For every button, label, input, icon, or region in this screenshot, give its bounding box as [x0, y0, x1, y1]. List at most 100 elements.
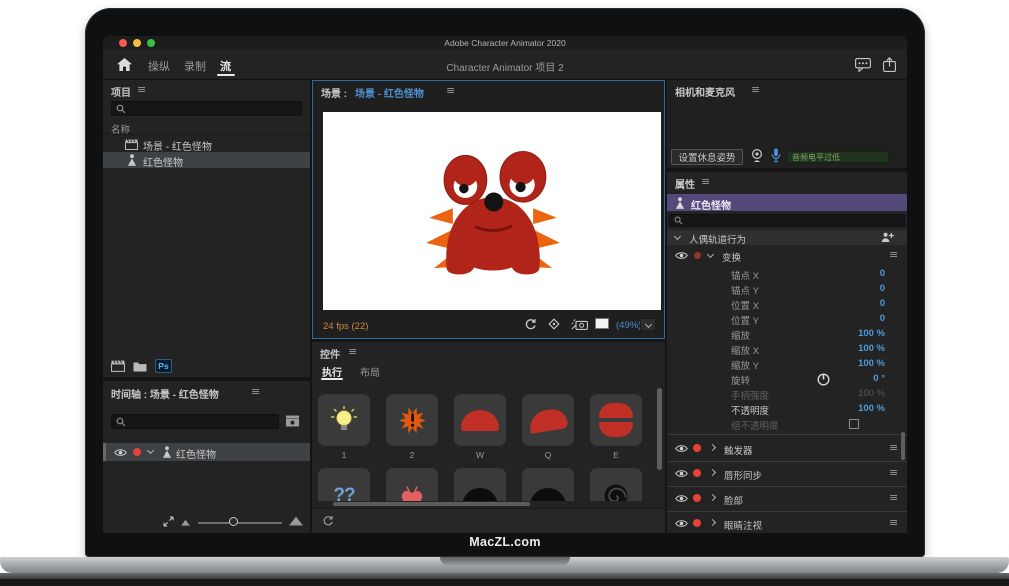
project-item-puppet[interactable]: 红色怪物 — [103, 152, 310, 168]
vertical-scrollbar[interactable] — [901, 432, 905, 460]
behavior-row-eyegaze[interactable]: 眼睛注视 ≡ — [667, 514, 907, 533]
zoom-in-icon[interactable] — [289, 516, 303, 526]
behavior-menu-icon[interactable]: ≡ — [889, 491, 898, 504]
red-monster-character[interactable] — [418, 150, 568, 276]
record-arm-dot[interactable] — [694, 252, 701, 259]
webcam-icon[interactable] — [751, 149, 763, 163]
trigger-button-spiral[interactable] — [590, 468, 642, 501]
properties-panel-menu-icon[interactable]: ≡ — [701, 175, 710, 188]
behavior-row-lipsync[interactable]: 唇形同步 ≡ — [667, 464, 907, 484]
chevron-down-icon — [674, 233, 681, 240]
selected-puppet-label: 红色怪物 — [691, 197, 731, 212]
behavior-label: 唇形同步 — [724, 468, 762, 482]
controls-panel-menu-icon[interactable]: ≡ — [348, 345, 357, 358]
transform-handles-icon[interactable] — [547, 317, 561, 331]
tab-layout[interactable]: 布局 — [360, 364, 380, 379]
property-row-group-opacity: 组不透明度 — [667, 418, 907, 433]
property-value[interactable]: 100 % — [785, 328, 885, 339]
record-arm-dot[interactable] — [693, 519, 701, 527]
behavior-row-face[interactable]: 脸部 ≡ — [667, 489, 907, 509]
timeline-camera-icon[interactable] — [285, 415, 300, 427]
project-search-input[interactable] — [111, 101, 302, 116]
property-value[interactable]: 0 ° — [785, 373, 885, 384]
tab-perform[interactable]: 执行 — [322, 364, 342, 379]
timeline-search-input[interactable] — [111, 414, 279, 429]
properties-search-input[interactable] — [669, 214, 905, 227]
add-behavior-icon[interactable] — [881, 232, 894, 243]
record-arm-dot[interactable] — [693, 444, 701, 452]
vertical-scrollbar[interactable] — [657, 388, 662, 470]
behavior-menu-icon[interactable]: ≡ — [889, 466, 898, 479]
background-color-swatch[interactable] — [595, 318, 609, 329]
scene-panel-label: 场景 : — [321, 85, 347, 100]
property-value[interactable]: 0 — [785, 283, 885, 294]
trigger-button-apple[interactable] — [386, 468, 438, 501]
property-value[interactable]: 0 — [785, 298, 885, 309]
trigger-button-dome-1[interactable] — [454, 468, 506, 501]
eye-icon[interactable] — [675, 444, 688, 453]
chevron-right-icon[interactable] — [709, 494, 716, 501]
trigger-button-mouth-w[interactable] — [454, 394, 506, 446]
refresh-icon[interactable] — [322, 515, 334, 527]
trigger-button-burst[interactable] — [386, 394, 438, 446]
horizontal-scrollbar[interactable] — [333, 502, 530, 506]
record-arm-dot[interactable] — [693, 494, 701, 502]
property-value[interactable]: 100 % — [785, 343, 885, 354]
zoom-out-icon[interactable] — [181, 519, 190, 526]
timeline-panel-menu-icon[interactable]: ≡ — [251, 385, 260, 398]
fit-view-icon[interactable] — [163, 516, 174, 527]
zoom-dropdown[interactable] — [640, 318, 656, 331]
eye-icon[interactable] — [675, 494, 688, 503]
timeline-track-row[interactable]: 红色怪物 — [103, 443, 310, 461]
trigger-button-question[interactable]: ?? — [318, 468, 370, 501]
record-arm-dot[interactable] — [133, 448, 141, 456]
controls-panel: 控件 ≡ 执行 布局 — [312, 342, 665, 533]
refresh-icon[interactable] — [524, 318, 537, 331]
trigger-button-bulb[interactable] — [318, 394, 370, 446]
eye-icon[interactable] — [675, 469, 688, 478]
behavior-row-transform[interactable]: 变换 ≡ — [667, 248, 907, 263]
project-item-scene[interactable]: 场景 - 红色怪物 — [103, 136, 310, 152]
property-row: 缩放 Y100 % — [667, 358, 907, 373]
photoshop-icon[interactable]: Ps — [155, 359, 172, 373]
chevron-right-icon[interactable] — [709, 444, 716, 451]
section-track-behaviors[interactable]: 人偶轨道行为 — [667, 230, 907, 245]
chevron-right-icon[interactable] — [709, 519, 716, 526]
behavior-menu-icon[interactable]: ≡ — [889, 441, 898, 454]
property-value[interactable]: 100 % — [785, 403, 885, 414]
record-arm-dot[interactable] — [693, 469, 701, 477]
selected-puppet-row[interactable]: 红色怪物 — [667, 194, 907, 211]
chevron-right-icon[interactable] — [709, 469, 716, 476]
timeline-zoom-slider-handle[interactable] — [229, 517, 238, 526]
trigger-button-mouth-q[interactable] — [522, 394, 574, 446]
property-value[interactable]: 100 % — [785, 358, 885, 369]
new-scene-icon[interactable] — [111, 360, 125, 372]
project-panel-menu-icon[interactable]: ≡ — [137, 83, 146, 96]
eye-icon[interactable] — [675, 251, 688, 260]
property-value[interactable]: 0 — [785, 268, 885, 279]
eye-icon[interactable] — [114, 448, 127, 457]
scene-viewport[interactable] — [323, 112, 661, 310]
scene-panel-name[interactable]: 场景 - 红色怪物 — [355, 85, 424, 100]
share-icon[interactable] — [883, 57, 896, 72]
behavior-row-triggers[interactable]: 触发器 ≡ — [667, 439, 907, 459]
snapshot-icon[interactable] — [571, 318, 588, 330]
behavior-menu-icon[interactable]: ≡ — [889, 516, 898, 529]
behavior-menu-icon[interactable]: ≡ — [889, 248, 898, 261]
scene-panel-menu-icon[interactable]: ≡ — [446, 84, 455, 97]
property-value[interactable]: 0 — [785, 313, 885, 324]
folder-icon[interactable] — [133, 361, 147, 372]
microphone-icon[interactable] — [771, 148, 781, 163]
group-opacity-checkbox[interactable] — [849, 419, 859, 429]
comment-icon[interactable] — [855, 58, 871, 72]
timeline-zoom-slider-track[interactable] — [198, 522, 282, 524]
trigger-button-mouth-e[interactable] — [590, 394, 642, 446]
camera-panel-menu-icon[interactable]: ≡ — [751, 83, 760, 96]
chevron-down-icon[interactable] — [707, 251, 714, 258]
set-rest-pose-button[interactable]: 设置休息姿势 — [671, 149, 743, 165]
eye-icon[interactable] — [675, 519, 688, 528]
zoom-percentage[interactable]: (49%) — [616, 320, 641, 331]
chevron-down-icon[interactable] — [147, 447, 154, 454]
trigger-button-dome-2[interactable] — [522, 468, 574, 501]
project-panel-title: 项目 — [111, 84, 131, 99]
